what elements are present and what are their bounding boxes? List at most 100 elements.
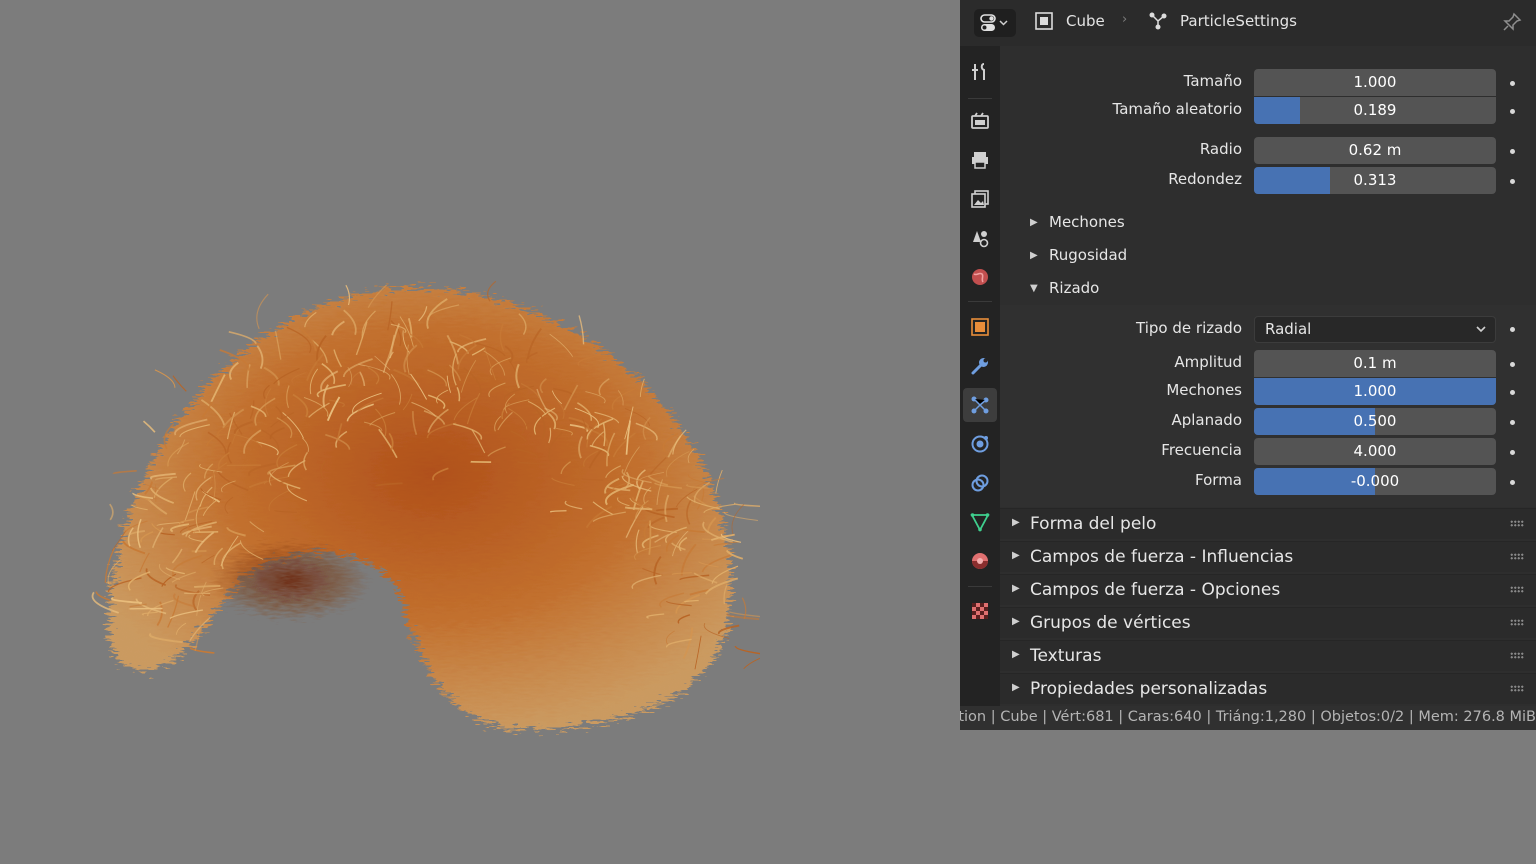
particles-icon (971, 396, 989, 414)
mechones-rizado-label: Mechones (1166, 381, 1242, 399)
panel-forma-del-pelo[interactable]: ▶ Forma del pelo (1000, 508, 1536, 539)
properties-editor: Cube › ParticleSettings Tamaño 1.000 Tam… (960, 0, 1536, 706)
hair-strand (734, 645, 760, 655)
expand-arrow-icon: ▶ (1012, 682, 1020, 693)
drag-handle-icon[interactable] (1510, 685, 1524, 692)
properties-tabs (960, 46, 1000, 706)
pin-icon[interactable] (1502, 12, 1522, 32)
panel-label: Propiedades personalizadas (1030, 679, 1268, 699)
tab-view-layer[interactable] (963, 182, 997, 216)
hair-strand (112, 470, 137, 475)
drag-handle-icon[interactable] (1510, 652, 1524, 659)
radio-keyframe-dot[interactable] (1510, 149, 1515, 154)
forma-field[interactable]: -0.000 (1254, 468, 1496, 495)
forma-label: Forma (1195, 471, 1242, 489)
panel-label: Campos de fuerza - Opciones (1030, 580, 1281, 600)
panel-campos-opciones[interactable]: ▶ Campos de fuerza - Opciones (1000, 574, 1536, 605)
view-layer-icon (971, 190, 989, 208)
scene-icon (973, 231, 989, 248)
amplitud-field[interactable]: 0.1 m (1254, 350, 1496, 377)
tab-texture[interactable] (963, 594, 997, 628)
frecuencia-keyframe-dot[interactable] (1510, 450, 1515, 455)
world-icon (972, 269, 988, 285)
panel-campos-influencias[interactable]: ▶ Campos de fuerza - Influencias (1000, 541, 1536, 572)
mechones-rizado-field[interactable]: 1.000 (1254, 378, 1496, 405)
redondez-field[interactable]: 0.313 (1254, 167, 1496, 194)
tab-render[interactable] (963, 104, 997, 138)
hair-strand (189, 646, 215, 654)
hair-strand (192, 531, 219, 534)
properties-content: Tamaño 1.000 Tamaño aleatorio 0.189 Radi… (1000, 46, 1536, 706)
panel-texturas[interactable]: ▶ Texturas (1000, 640, 1536, 671)
physics-icon (971, 435, 989, 453)
tipo-rizado-dropdown[interactable]: Radial (1254, 316, 1496, 343)
tamano-aleatorio-keyframe-dot[interactable] (1510, 109, 1515, 114)
forma-keyframe-dot[interactable] (1510, 480, 1515, 485)
tamano-label: Tamaño (1183, 72, 1242, 90)
expand-arrow-icon: ▶ (1012, 616, 1020, 627)
tab-world[interactable] (963, 260, 997, 294)
redondez-keyframe-dot[interactable] (1510, 179, 1515, 184)
mesh-data-icon (970, 513, 990, 532)
tamano-aleatorio-field[interactable]: 0.189 (1254, 97, 1496, 124)
drag-handle-icon[interactable] (1510, 619, 1524, 626)
tab-object[interactable] (963, 310, 997, 344)
hair-strand (256, 293, 269, 330)
particles-icon (1149, 12, 1167, 30)
subpanel-rugosidad-label: Rugosidad (1049, 246, 1128, 264)
panel-propiedades-personalizadas[interactable]: ▶ Propiedades personalizadas (1000, 673, 1536, 704)
tab-physics[interactable] (963, 427, 997, 461)
hair-strand (109, 503, 114, 521)
tab-data[interactable] (963, 505, 997, 539)
aplanado-field[interactable]: 0.500 (1254, 408, 1496, 435)
subpanel-mechones[interactable]: ▶ Mechones (1030, 213, 1125, 231)
aplanado-label: Aplanado (1171, 411, 1242, 429)
expand-arrow-icon: ▶ (1030, 249, 1038, 261)
amplitud-label: Amplitud (1174, 353, 1242, 371)
properties-header: Cube › ParticleSettings (960, 0, 1536, 46)
expand-arrow-icon: ▶ (1012, 550, 1020, 561)
hair-particle-render (91, 280, 760, 731)
tamano-aleatorio-label: Tamaño aleatorio (1112, 100, 1242, 118)
frecuencia-field[interactable]: 4.000 (1254, 438, 1496, 465)
subpanel-rizado[interactable]: ▼ Rizado (1030, 279, 1099, 297)
tab-modifiers[interactable] (963, 349, 997, 383)
drag-handle-icon[interactable] (1510, 586, 1524, 593)
breadcrumb-particles: ParticleSettings (1148, 11, 1297, 31)
drag-handle-icon[interactable] (1510, 520, 1524, 527)
tamano-field[interactable]: 1.000 (1254, 69, 1496, 96)
hair-strand (228, 330, 257, 345)
editor-type-button[interactable] (974, 9, 1016, 37)
hair-strand (743, 657, 760, 669)
panel-label: Campos de fuerza - Influencias (1030, 547, 1294, 567)
status-bar: ection | Cube | Vért:681 | Caras:640 | T… (960, 706, 1536, 730)
breadcrumb-object: Cube (1034, 11, 1105, 31)
tipo-rizado-keyframe-dot[interactable] (1510, 327, 1515, 332)
tab-material[interactable] (963, 544, 997, 578)
hair-strand (128, 607, 163, 610)
amplitud-keyframe-dot[interactable] (1510, 362, 1515, 367)
hair-strand (715, 469, 723, 494)
tipo-rizado-value: Radial (1265, 320, 1312, 338)
properties-editor-icon (980, 14, 1008, 31)
expand-arrow-icon: ▶ (1012, 649, 1020, 660)
mechones-rizado-keyframe-dot[interactable] (1510, 390, 1515, 395)
tab-output[interactable] (963, 143, 997, 177)
hair-strand (741, 597, 747, 620)
drag-handle-icon[interactable] (1510, 553, 1524, 560)
tab-tool[interactable] (963, 55, 997, 89)
radio-field[interactable]: 0.62 m (1254, 137, 1496, 164)
output-icon (972, 152, 988, 169)
hair-strand (723, 511, 758, 522)
tab-constraints[interactable] (963, 466, 997, 500)
hair-strand (733, 502, 760, 507)
tab-particles[interactable] (963, 388, 997, 422)
hair-strand (725, 549, 744, 560)
subpanel-rugosidad[interactable]: ▶ Rugosidad (1030, 246, 1127, 264)
particle-settings-name: ParticleSettings (1180, 12, 1297, 30)
tamano-keyframe-dot[interactable] (1510, 81, 1515, 86)
tab-scene[interactable] (963, 221, 997, 255)
aplanado-keyframe-dot[interactable] (1510, 420, 1515, 425)
tipo-rizado-label: Tipo de rizado (1136, 319, 1242, 337)
panel-grupos-vertices[interactable]: ▶ Grupos de vértices (1000, 607, 1536, 638)
